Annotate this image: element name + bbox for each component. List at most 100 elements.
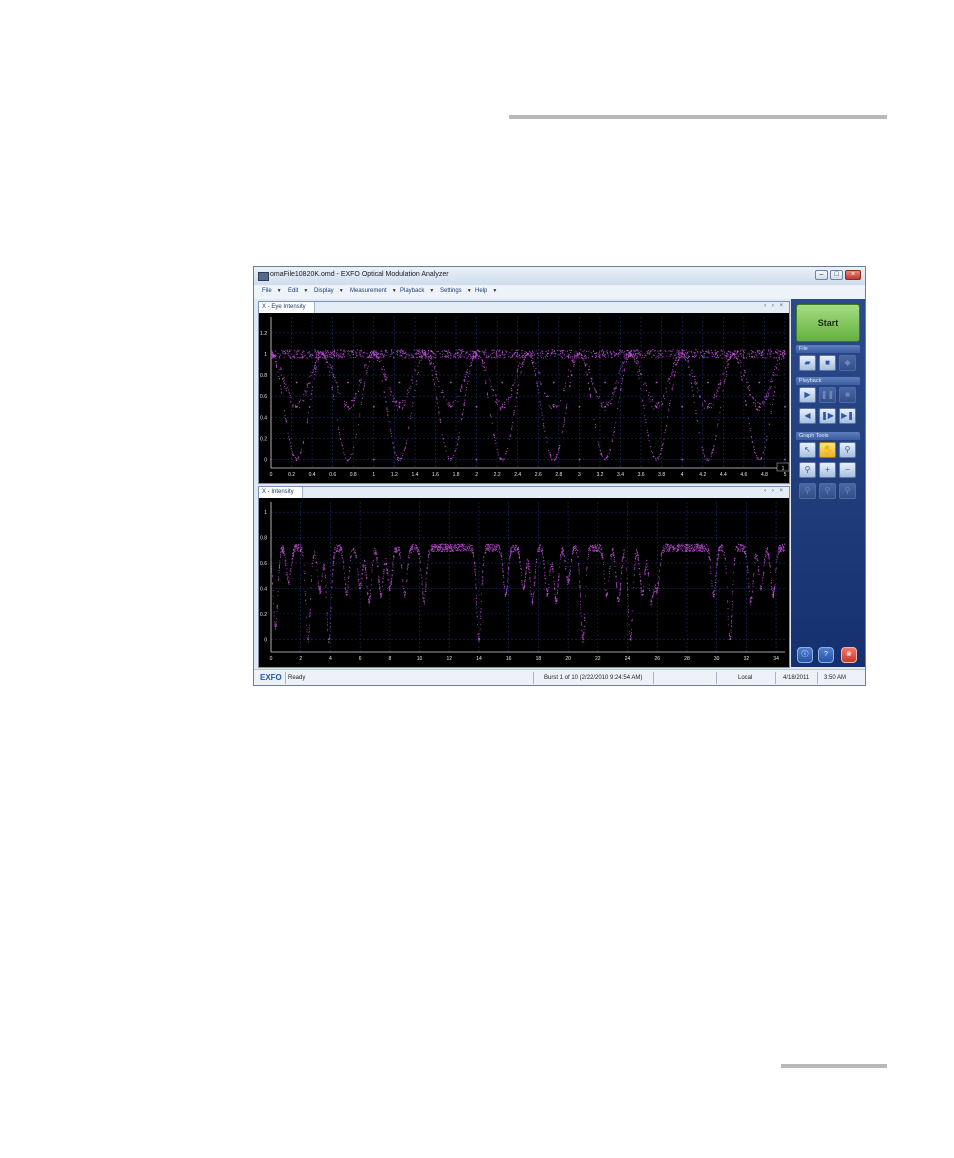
intensity-point	[345, 584, 346, 586]
eye-point	[304, 355, 306, 357]
menu-playback[interactable]: Playback ▼	[400, 288, 434, 294]
intensity-point	[483, 559, 485, 561]
menu-measurement[interactable]: Measurement ▼	[350, 288, 397, 294]
eye-point	[433, 383, 436, 385]
tab-eye-intensity[interactable]: X - Eye Intensity	[259, 302, 315, 313]
intensity-point	[660, 562, 662, 564]
eye-point	[451, 405, 453, 407]
eye-point	[765, 397, 767, 399]
eye-point	[366, 372, 368, 374]
eye-point	[553, 350, 556, 352]
eye-point	[615, 382, 617, 384]
eye-point	[406, 393, 409, 395]
intensity-point	[447, 547, 449, 549]
eye-point	[655, 459, 657, 461]
eye-point	[740, 366, 742, 368]
eye-point	[702, 449, 704, 451]
eye-point	[305, 394, 307, 396]
eye-point	[566, 350, 569, 352]
eye-point	[455, 349, 457, 351]
maximize-icon[interactable]: □	[830, 270, 843, 280]
intensity-point	[524, 580, 526, 582]
intensity-point	[579, 585, 581, 586]
intensity-point	[529, 586, 531, 588]
eye-point	[413, 395, 415, 398]
eye-diagram-chart[interactable]: 0 0.2 0.4 0.6 0.8 1 1.2 1.4 1.6 1.8 2 2.2 2.4 2.6 2.8 3…	[259, 313, 789, 483]
intensity-point	[739, 545, 741, 547]
eye-series-point	[501, 405, 504, 408]
eye-point	[324, 354, 326, 357]
intensity-point	[727, 616, 729, 618]
menu-display[interactable]: Display ▼	[314, 288, 344, 294]
intensity-point	[723, 553, 725, 555]
intensity-point	[678, 544, 680, 546]
menu-file[interactable]: File ▼	[262, 288, 282, 294]
eye-point	[331, 387, 333, 389]
eye-point	[519, 355, 521, 357]
eye-point	[513, 414, 515, 416]
intensity-point	[417, 551, 419, 553]
tab-intensity[interactable]: X - Intensity	[259, 487, 303, 498]
eye-point	[465, 387, 468, 389]
eye-point	[473, 352, 475, 354]
eye-point	[557, 451, 559, 453]
eye-point	[284, 353, 286, 355]
eye-series-point	[450, 405, 452, 408]
eye-point	[374, 351, 376, 353]
intensity-point	[604, 583, 606, 585]
intensity-chart[interactable]: 0 2 4 6 8 10 12 14 16 18 20 22 24 26 28 30 32 3400.20.40.…	[259, 498, 789, 667]
eye-point	[754, 356, 756, 359]
intensity-point	[754, 562, 756, 564]
eye-point	[276, 366, 278, 368]
eye-point	[725, 367, 727, 369]
intensity-point	[562, 549, 564, 551]
eye-point	[324, 356, 326, 358]
eye-point	[297, 458, 299, 460]
intensity-point	[540, 549, 542, 551]
eye-point	[307, 352, 309, 354]
eye-point	[660, 355, 662, 357]
menu-edit[interactable]: Edit ▼	[288, 288, 308, 294]
eye-point	[664, 349, 666, 351]
eye-point	[769, 386, 771, 388]
intensity-point	[451, 544, 453, 546]
menu-help[interactable]: Help ▼	[475, 288, 497, 294]
eye-point	[671, 386, 673, 388]
menu-settings[interactable]: Settings ▼	[440, 288, 472, 294]
eye-point	[547, 352, 549, 354]
eye-point	[537, 389, 539, 391]
intensity-point	[300, 544, 302, 546]
intensity-point	[610, 553, 612, 555]
intensity-point	[648, 575, 650, 577]
eye-point	[762, 401, 764, 403]
intensity-point	[731, 625, 732, 627]
eye-point	[753, 402, 755, 404]
intensity-point	[686, 547, 688, 549]
eye-point	[707, 407, 709, 409]
intensity-point	[588, 549, 589, 551]
eye-point	[293, 354, 295, 356]
eye-point	[326, 361, 328, 363]
minimize-icon[interactable]: –	[815, 270, 828, 280]
panel-controls[interactable]: ‹ › ×	[764, 303, 785, 309]
intensity-point	[580, 608, 582, 610]
eye-point	[393, 400, 395, 402]
eye-point	[396, 351, 398, 353]
eye-point	[652, 354, 654, 356]
intensity-point	[721, 549, 723, 551]
intensity-point	[397, 546, 399, 548]
eye-point	[334, 349, 336, 351]
eye-point	[329, 356, 331, 358]
eye-point	[599, 396, 601, 398]
eye-point	[559, 400, 562, 402]
eye-point	[511, 387, 513, 390]
panel-controls[interactable]: ‹ › ×	[764, 488, 785, 494]
eye-point	[415, 380, 417, 382]
eye-point	[287, 432, 289, 434]
close-icon[interactable]: ×	[845, 270, 861, 280]
y-tick-label: 0	[264, 637, 267, 643]
intensity-point	[475, 598, 477, 599]
intensity-point	[720, 546, 721, 548]
eye-point	[498, 454, 500, 456]
eye-point	[275, 354, 277, 357]
